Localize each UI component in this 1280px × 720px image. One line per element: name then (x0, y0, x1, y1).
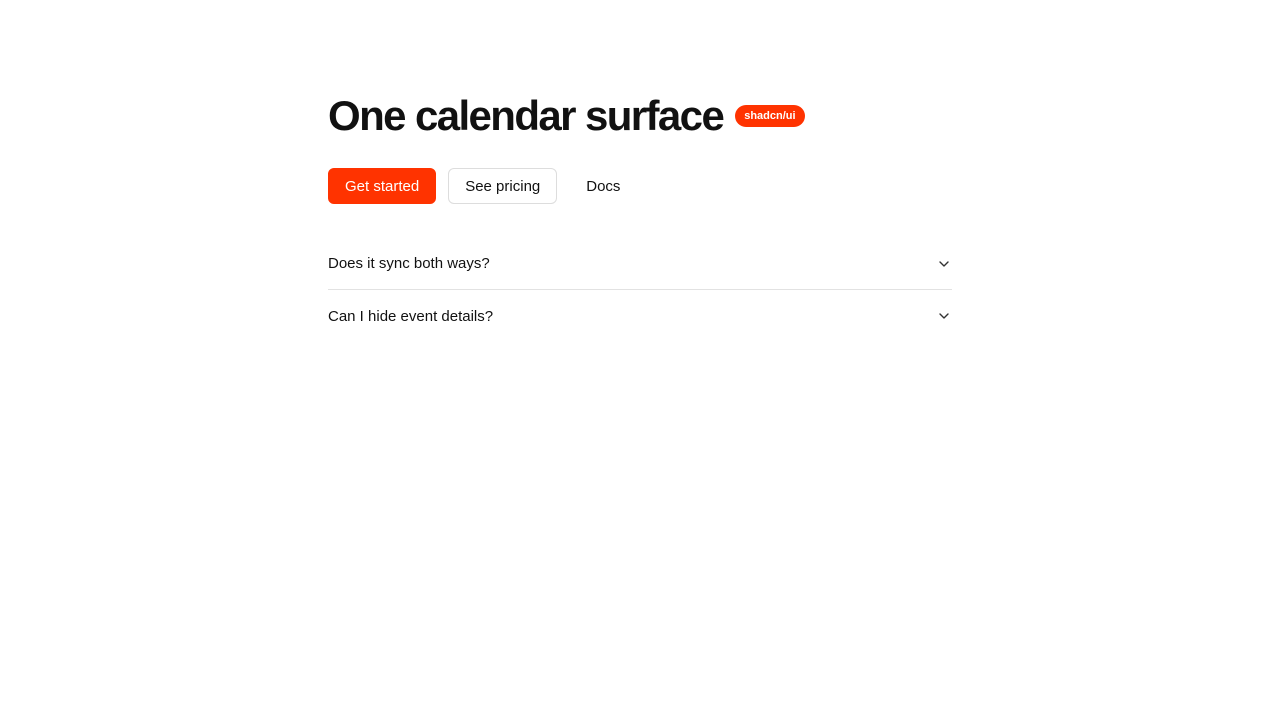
see-pricing-button[interactable]: See pricing (448, 168, 558, 204)
framework-badge: shadcn/ui (735, 105, 805, 127)
chevron-down-icon (936, 256, 952, 272)
docs-button[interactable]: Docs (569, 168, 637, 204)
faq-item-sync[interactable]: Does it sync both ways? (328, 238, 952, 290)
get-started-button[interactable]: Get started (328, 168, 437, 204)
faq-question: Does it sync both ways? (328, 255, 490, 272)
faq-accordion: Does it sync both ways? Can I hide event… (328, 238, 952, 342)
faq-item-hide-details[interactable]: Can I hide event details? (328, 290, 952, 342)
page: One calendar surface shadcn/ui Get start… (0, 0, 1280, 720)
main-content: One calendar surface shadcn/ui Get start… (328, 92, 952, 342)
action-buttons: Get started See pricing Docs (328, 168, 952, 204)
faq-question: Can I hide event details? (328, 307, 494, 325)
page-title: One calendar surface (328, 92, 725, 139)
hero: One calendar surface shadcn/ui (328, 92, 952, 140)
chevron-down-icon (936, 308, 952, 324)
